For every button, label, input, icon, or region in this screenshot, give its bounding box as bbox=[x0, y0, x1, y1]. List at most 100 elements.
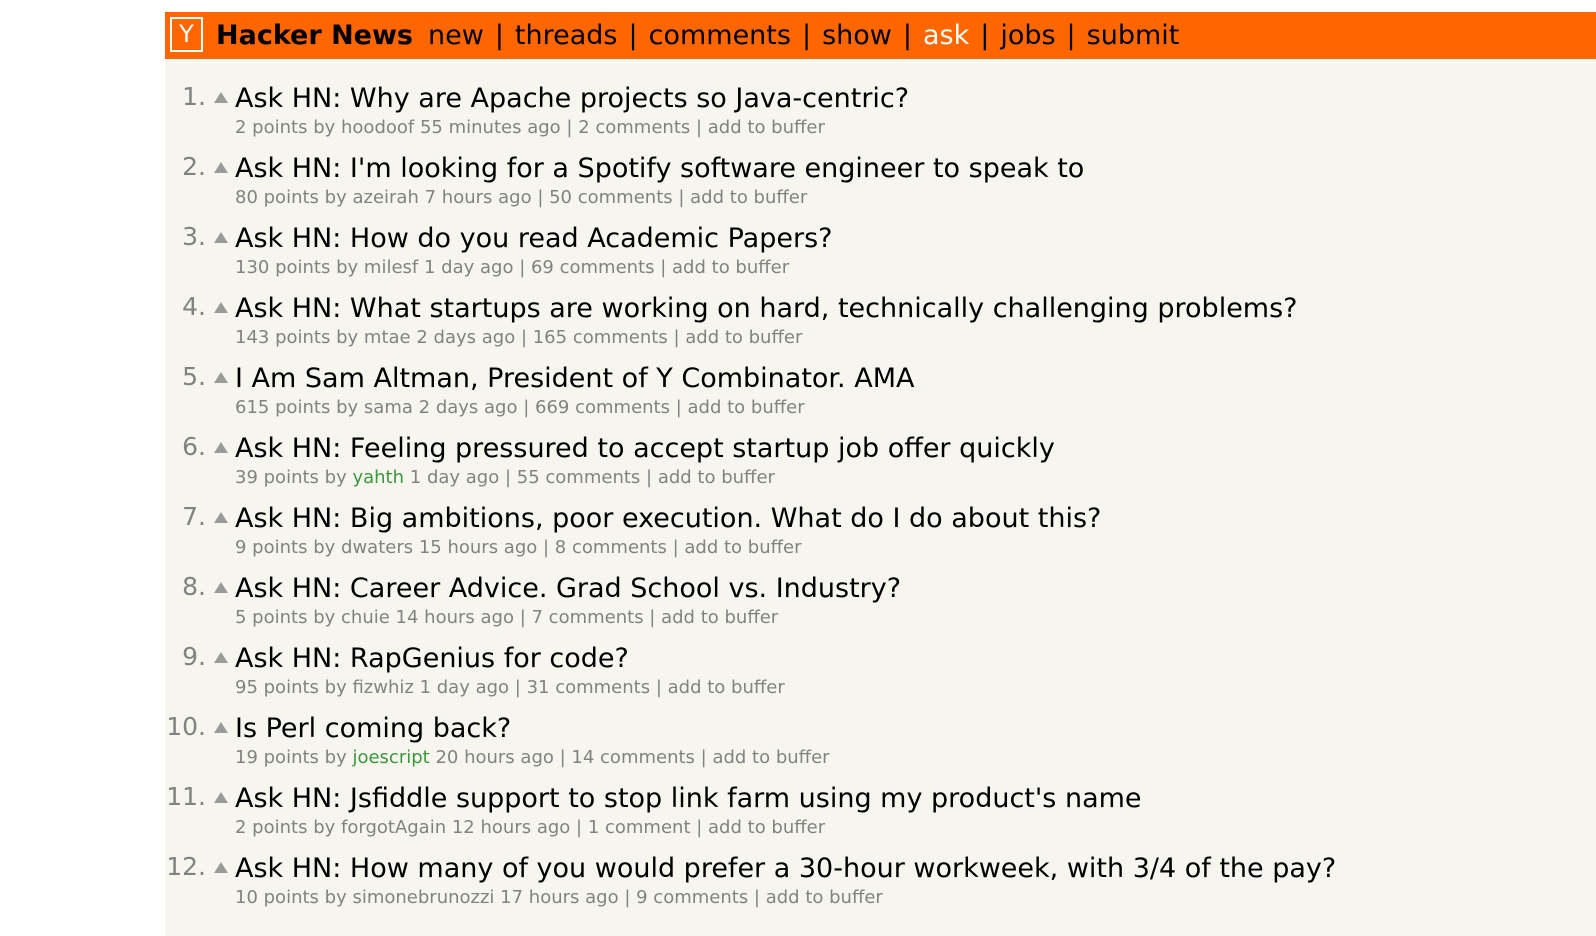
story-comments-link[interactable]: 50 comments bbox=[549, 187, 673, 208]
upvote-arrow-icon[interactable] bbox=[214, 722, 228, 733]
add-to-buffer-link[interactable]: add to buffer bbox=[658, 467, 775, 488]
add-to-buffer-link[interactable]: add to buffer bbox=[708, 117, 825, 138]
story-age-link[interactable]: 17 hours ago bbox=[500, 887, 618, 908]
add-to-buffer-link[interactable]: add to buffer bbox=[684, 537, 801, 558]
story-rank: 2. bbox=[182, 152, 206, 181]
story-by-label: by bbox=[324, 467, 347, 488]
story-age-link[interactable]: 2 days ago bbox=[416, 327, 515, 348]
story-row: 5. I Am Sam Altman, President of Y Combin… bbox=[165, 362, 1596, 432]
add-to-buffer-link[interactable]: add to buffer bbox=[668, 677, 785, 698]
story-title-link[interactable]: Is Perl coming back? bbox=[235, 712, 511, 746]
y-logo-icon[interactable]: Y bbox=[170, 17, 203, 52]
story-age-link[interactable]: 20 hours ago bbox=[435, 747, 553, 768]
story-user-link[interactable]: azeirah bbox=[352, 187, 418, 208]
add-to-buffer-link[interactable]: add to buffer bbox=[672, 257, 789, 278]
nav-link-submit[interactable]: submit bbox=[1087, 19, 1180, 53]
story-comments-link[interactable]: 2 comments bbox=[578, 117, 690, 138]
story-row: 9. Ask HN: RapGenius for code? 95 points b… bbox=[165, 642, 1596, 712]
story-age-link[interactable]: 2 days ago bbox=[419, 397, 518, 418]
story-user-link[interactable]: sama bbox=[364, 397, 413, 418]
add-to-buffer-link[interactable]: add to buffer bbox=[766, 887, 883, 908]
upvote-arrow-icon[interactable] bbox=[214, 862, 228, 873]
story-by-label: by bbox=[336, 397, 359, 418]
story-age-link[interactable]: 7 hours ago bbox=[425, 187, 532, 208]
story-user-link[interactable]: chuie bbox=[341, 607, 390, 628]
add-to-buffer-link[interactable]: add to buffer bbox=[685, 327, 802, 348]
nav-link-ask[interactable]: ask bbox=[923, 19, 969, 53]
story-subtext: 9 points by dwaters 15 hours ago | 8 com… bbox=[235, 537, 802, 558]
story-title-link[interactable]: Ask HN: RapGenius for code? bbox=[235, 642, 629, 676]
story-title-link[interactable]: Ask HN: Career Advice. Grad School vs. I… bbox=[235, 572, 901, 606]
story-title-link[interactable]: Ask HN: Feeling pressured to accept star… bbox=[235, 432, 1055, 466]
story-by-label: by bbox=[336, 327, 359, 348]
add-to-buffer-link[interactable]: add to buffer bbox=[661, 607, 778, 628]
story-title-link[interactable]: Ask HN: I'm looking for a Spotify softwa… bbox=[235, 152, 1084, 186]
header-bar: Y Hacker News new | threads | comments | show |… bbox=[165, 12, 1596, 59]
story-age-link[interactable]: 12 hours ago bbox=[452, 817, 570, 838]
story-subtext: 615 points by sama 2 days ago | 669 comm… bbox=[235, 397, 805, 418]
story-title-link[interactable]: Ask HN: How do you read Academic Papers? bbox=[235, 222, 832, 256]
story-title-link[interactable]: Ask HN: What startups are working on har… bbox=[235, 292, 1298, 326]
story-points: 10 points bbox=[235, 887, 319, 908]
nav-link-threads[interactable]: threads bbox=[515, 19, 618, 53]
nav-link-jobs[interactable]: jobs bbox=[1000, 19, 1055, 53]
story-title-link[interactable]: Ask HN: Big ambitions, poor execution. W… bbox=[235, 502, 1101, 536]
upvote-arrow-icon[interactable] bbox=[214, 232, 228, 243]
story-title-link[interactable]: I Am Sam Altman, President of Y Combinat… bbox=[235, 362, 914, 396]
upvote-arrow-icon[interactable] bbox=[214, 652, 228, 663]
nav-separator: | bbox=[980, 20, 990, 51]
story-age-link[interactable]: 55 minutes ago bbox=[420, 117, 561, 138]
story-age-link[interactable]: 15 hours ago bbox=[419, 537, 537, 558]
story-user-link[interactable]: simonebrunozzi bbox=[352, 887, 494, 908]
add-to-buffer-link[interactable]: add to buffer bbox=[708, 817, 825, 838]
story-comments-link[interactable]: 31 comments bbox=[527, 677, 651, 698]
story-user-link[interactable]: dwaters bbox=[341, 537, 413, 558]
story-user-link[interactable]: fizwhiz bbox=[352, 677, 413, 698]
upvote-arrow-icon[interactable] bbox=[214, 512, 228, 523]
story-comments-link[interactable]: 9 comments bbox=[636, 887, 748, 908]
story-age-link[interactable]: 1 day ago bbox=[420, 677, 509, 698]
add-to-buffer-link[interactable]: add to buffer bbox=[690, 187, 807, 208]
upvote-arrow-icon[interactable] bbox=[214, 162, 228, 173]
story-user-link[interactable]: yahth bbox=[352, 467, 404, 488]
story-comments-link[interactable]: 8 comments bbox=[555, 537, 667, 558]
story-rank: 8. bbox=[182, 572, 206, 601]
story-comments-link[interactable]: 669 comments bbox=[535, 397, 670, 418]
story-subtext: 39 points by yahth 1 day ago | 55 commen… bbox=[235, 467, 775, 488]
nav-link-show[interactable]: show bbox=[822, 19, 892, 53]
story-title-link[interactable]: Ask HN: Jsfiddle support to stop link fa… bbox=[235, 782, 1142, 816]
add-to-buffer-link[interactable]: add to buffer bbox=[712, 747, 829, 768]
story-rank: 5. bbox=[182, 362, 206, 391]
add-to-buffer-link[interactable]: add to buffer bbox=[688, 397, 805, 418]
nav-separator: | bbox=[628, 20, 638, 51]
upvote-arrow-icon[interactable] bbox=[214, 92, 228, 103]
upvote-arrow-icon[interactable] bbox=[214, 372, 228, 383]
upvote-arrow-icon[interactable] bbox=[214, 302, 228, 313]
story-points: 143 points bbox=[235, 327, 331, 348]
upvote-arrow-icon[interactable] bbox=[214, 442, 228, 453]
story-comments-link[interactable]: 14 comments bbox=[571, 747, 695, 768]
story-user-link[interactable]: milesf bbox=[364, 257, 418, 278]
story-user-link[interactable]: hoodoof bbox=[341, 117, 414, 138]
story-by-label: by bbox=[313, 607, 336, 628]
story-comments-link[interactable]: 69 comments bbox=[531, 257, 655, 278]
story-age-link[interactable]: 14 hours ago bbox=[396, 607, 514, 628]
upvote-arrow-icon[interactable] bbox=[214, 792, 228, 803]
nav-link-comments[interactable]: comments bbox=[649, 19, 791, 53]
story-title-link[interactable]: Ask HN: Why are Apache projects so Java-… bbox=[235, 82, 909, 116]
story-row: 4. Ask HN: What startups are working on h… bbox=[165, 292, 1596, 362]
upvote-arrow-icon[interactable] bbox=[214, 582, 228, 593]
story-user-link[interactable]: forgotAgain bbox=[341, 817, 446, 838]
story-age-link[interactable]: 1 day ago bbox=[424, 257, 513, 278]
story-user-link[interactable]: mtae bbox=[364, 327, 411, 348]
story-age-link[interactable]: 1 day ago bbox=[410, 467, 499, 488]
story-user-link[interactable]: joescript bbox=[352, 747, 429, 768]
site-name-link[interactable]: Hacker News bbox=[216, 19, 413, 53]
nav-link-new[interactable]: new bbox=[428, 19, 484, 53]
story-comments-link[interactable]: 55 comments bbox=[517, 467, 641, 488]
story-by-label: by bbox=[324, 187, 347, 208]
story-comments-link[interactable]: 7 comments bbox=[532, 607, 644, 628]
story-title-link[interactable]: Ask HN: How many of you would prefer a 3… bbox=[235, 852, 1336, 886]
story-comments-link[interactable]: 165 comments bbox=[533, 327, 668, 348]
story-comments-link[interactable]: 1 comment bbox=[588, 817, 691, 838]
